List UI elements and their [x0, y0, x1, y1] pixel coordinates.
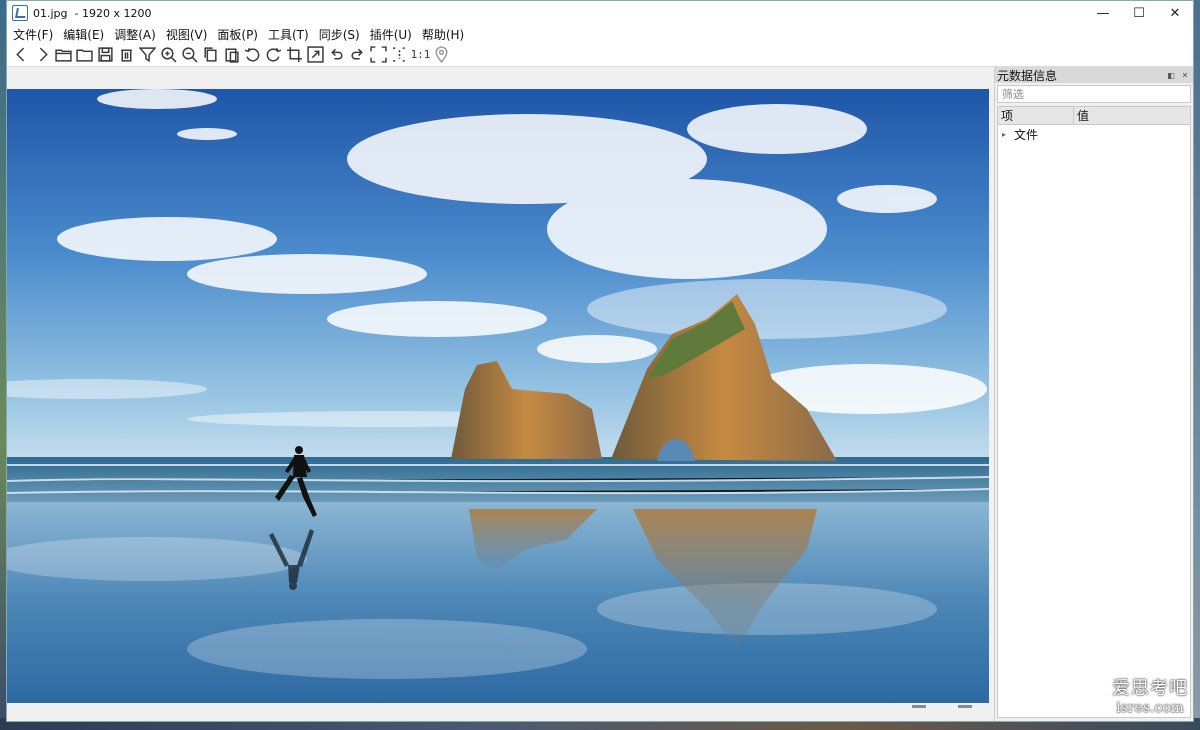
actual-size-button[interactable]: 1:1 [410, 44, 431, 65]
scroll-indicator [912, 703, 972, 711]
close-button[interactable]: ✕ [1157, 1, 1193, 25]
rotate-left-icon [244, 47, 260, 62]
undo-icon [331, 48, 343, 60]
next-button[interactable] [32, 44, 53, 65]
main-area: 元数据信息 ◧ ✕ 项 值 ▸ 文件 [7, 67, 1193, 721]
watermark-line2: isres.com [1116, 700, 1184, 716]
zoom-out-icon [182, 47, 198, 63]
menu-edit[interactable]: 编辑(E) [63, 26, 104, 43]
actual-size-icon: 1:1 [410, 48, 431, 61]
menu-sync[interactable]: 同步(S) [319, 26, 360, 43]
beach-photo [7, 89, 989, 703]
photo-canvas[interactable] [7, 89, 989, 703]
window-controls: — ☐ ✕ [1085, 1, 1193, 25]
save-icon [98, 47, 113, 62]
float-panel-icon[interactable]: ◧ [1165, 69, 1177, 81]
toolbar: 1:1 [7, 43, 1193, 67]
menu-view[interactable]: 视图(V) [166, 26, 208, 43]
panel-controls: ◧ ✕ [1165, 69, 1193, 81]
filter-button[interactable] [137, 44, 158, 65]
paste-button[interactable] [221, 44, 242, 65]
close-panel-icon[interactable]: ✕ [1179, 69, 1191, 81]
location-button[interactable] [431, 44, 452, 65]
menu-tools[interactable]: 工具(T) [268, 26, 309, 43]
delete-icon [121, 49, 132, 62]
filter-icon [139, 47, 156, 63]
delete-button[interactable] [116, 44, 137, 65]
resize-button[interactable] [305, 44, 326, 65]
tree-header: 项 值 [998, 107, 1190, 125]
column-item[interactable]: 项 [998, 107, 1074, 124]
crop-button[interactable] [284, 44, 305, 65]
browse-folder-button[interactable] [74, 44, 95, 65]
folder-icon [76, 49, 93, 62]
zoom-in-button[interactable] [158, 44, 179, 65]
save-button[interactable] [95, 44, 116, 65]
metadata-panel: 元数据信息 ◧ ✕ 项 值 ▸ 文件 [995, 67, 1193, 721]
fullscreen-button[interactable] [368, 44, 389, 65]
redo-button[interactable] [347, 44, 368, 65]
undo-button[interactable] [326, 44, 347, 65]
title-bar: 01.jpg - 1920 x 1200 — ☐ ✕ [7, 1, 1193, 25]
resize-icon [307, 46, 324, 63]
zoom-out-button[interactable] [179, 44, 200, 65]
redo-icon [351, 48, 363, 60]
filter-input[interactable] [997, 85, 1191, 103]
next-icon [39, 47, 48, 62]
menu-bar: 文件(F) 编辑(E) 调整(A) 视图(V) 面板(P) 工具(T) 同步(S… [7, 25, 1193, 43]
tree-row-label: 文件 [1014, 127, 1039, 142]
desktop-right-edge [1194, 0, 1200, 730]
fit-icon [393, 47, 406, 62]
column-value[interactable]: 值 [1074, 107, 1089, 124]
maximize-button[interactable]: ☐ [1121, 1, 1157, 25]
watermark: 爱思考吧 isres.com [1112, 674, 1188, 716]
app-logo-icon [12, 5, 28, 21]
window-title: 01.jpg - 1920 x 1200 [33, 6, 152, 20]
panel-header: 元数据信息 ◧ ✕ [995, 67, 1193, 83]
expand-arrow-icon[interactable]: ▸ [1002, 130, 1014, 139]
menu-adjust[interactable]: 调整(A) [114, 26, 156, 43]
menu-file[interactable]: 文件(F) [13, 26, 53, 43]
zoom-in-icon [161, 47, 177, 63]
menu-plugins[interactable]: 插件(U) [370, 26, 412, 43]
watermark-line1: 爱思考吧 [1112, 678, 1188, 699]
crop-icon [287, 47, 302, 62]
location-pin-icon [435, 46, 448, 63]
paste-icon [225, 48, 239, 63]
fullscreen-icon [370, 46, 387, 63]
tree-row-file[interactable]: ▸ 文件 [998, 125, 1190, 143]
open-button[interactable] [53, 44, 74, 65]
copy-button[interactable] [200, 44, 221, 65]
rotate-right-icon [266, 47, 282, 62]
rotate-right-button[interactable] [263, 44, 284, 65]
panel-title: 元数据信息 [997, 68, 1058, 83]
prev-button[interactable] [11, 44, 32, 65]
rotate-left-button[interactable] [242, 44, 263, 65]
fit-window-button[interactable] [389, 44, 410, 65]
prev-icon [16, 47, 25, 62]
image-view[interactable] [7, 67, 995, 721]
open-folder-icon [55, 49, 72, 62]
menu-help[interactable]: 帮助(H) [422, 26, 464, 43]
minimize-button[interactable]: — [1085, 1, 1121, 25]
metadata-tree[interactable]: 项 值 ▸ 文件 [997, 106, 1191, 718]
menu-panel[interactable]: 面板(P) [217, 26, 258, 43]
copy-icon [204, 47, 217, 62]
image-viewer-window: 01.jpg - 1920 x 1200 — ☐ ✕ 文件(F) 编辑(E) 调… [6, 0, 1194, 722]
